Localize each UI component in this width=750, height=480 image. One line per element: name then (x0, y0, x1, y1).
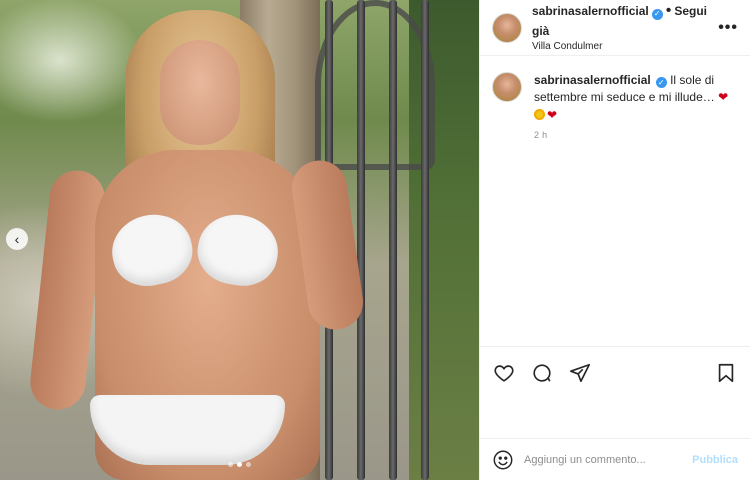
carousel-dots (228, 462, 251, 467)
carousel-prev-button[interactable]: ‹ (6, 228, 28, 250)
instagram-post: ‹ sabrinasalernofficial ✓ • Segui già Villa… (0, 0, 750, 480)
comment-input[interactable] (524, 453, 693, 466)
post-timestamp[interactable]: 2 h (534, 130, 738, 140)
header-separator: • (665, 2, 672, 20)
carousel-dot (246, 462, 251, 467)
comments-area: sabrinasalernofficial ✓ Il sole di settem… (480, 56, 750, 346)
carousel-dot (237, 462, 242, 467)
verified-badge-icon: ✓ (655, 77, 667, 89)
save-button[interactable] (714, 361, 738, 385)
red-heart-emoji-icon: ❤ (718, 90, 729, 105)
sun-emoji-icon (534, 108, 545, 120)
chevron-left-icon: ‹ (14, 231, 20, 247)
comment-icon (533, 363, 551, 382)
smiley-icon[interactable] (492, 449, 514, 471)
caption-username-link[interactable]: sabrinasalernofficial (534, 73, 651, 87)
add-comment-bar: Pubblica (480, 438, 750, 480)
post-side-panel: sabrinasalernofficial ✓ • Segui già Villa C… (479, 0, 750, 480)
carousel-dot (228, 462, 233, 467)
bookmark-icon (718, 363, 734, 382)
location-link[interactable]: Villa Condulmer (532, 41, 718, 54)
verified-badge-icon: ✓ (651, 8, 663, 20)
publish-button[interactable]: Pubblica (692, 454, 738, 466)
caption: sabrinasalernofficial ✓ Il sole di settem… (492, 72, 738, 140)
caption-avatar[interactable] (492, 72, 522, 102)
avatar[interactable] (492, 12, 522, 43)
paper-plane-icon (570, 363, 590, 382)
woman-figure (27, 0, 370, 480)
post-photo[interactable]: ‹ (0, 0, 479, 480)
action-bar (480, 346, 750, 398)
heart-icon (494, 364, 514, 382)
more-horizontal-icon[interactable]: ••• (718, 19, 738, 37)
like-button[interactable] (492, 361, 516, 385)
red-heart-emoji-icon: ❤ (547, 107, 558, 122)
post-header: sabrinasalernofficial ✓ • Segui già Villa C… (480, 0, 750, 56)
caption-text-block: sabrinasalernofficial ✓ Il sole di settem… (534, 72, 738, 124)
username-link[interactable]: sabrinasalernofficial (532, 4, 649, 18)
comment-button[interactable] (530, 361, 554, 385)
share-button[interactable] (568, 361, 592, 385)
